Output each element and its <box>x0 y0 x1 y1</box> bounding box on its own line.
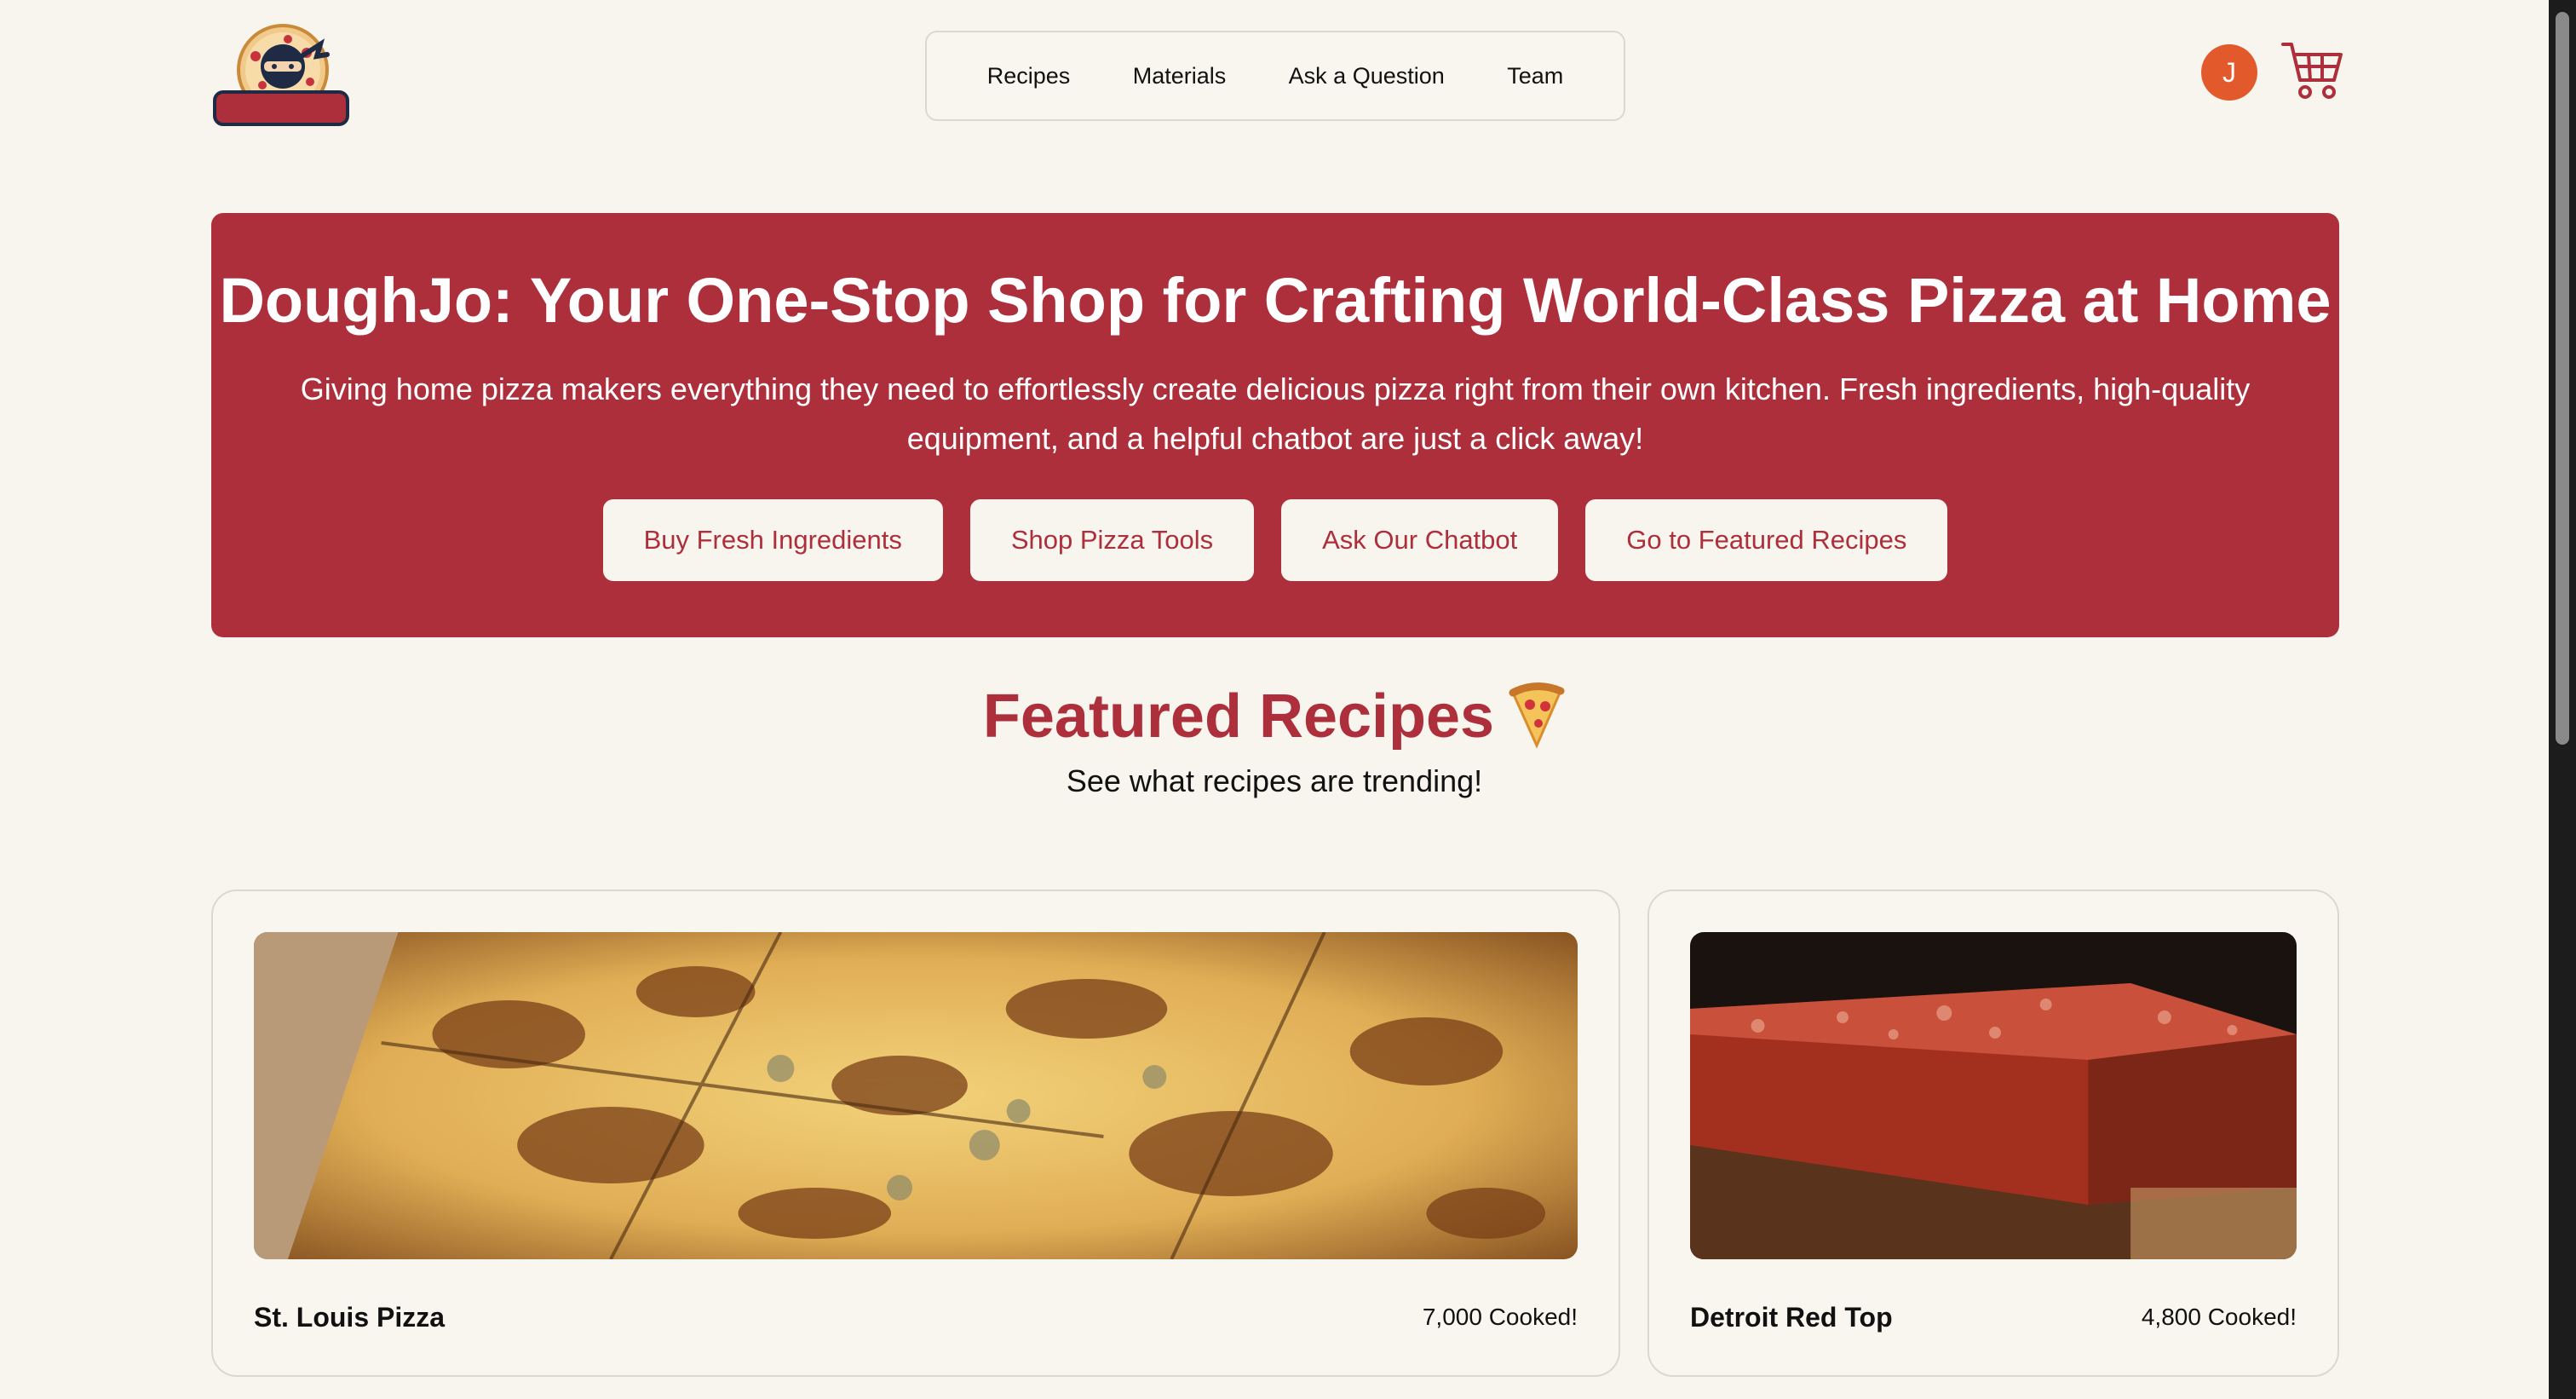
recipe-cooked-count: 7,000 Cooked! <box>1422 1304 1578 1330</box>
recipe-name: St. Louis Pizza <box>254 1302 446 1333</box>
nav-item-team[interactable]: Team <box>1507 63 1563 89</box>
recipe-image <box>254 932 1578 1259</box>
hero-buttons: Buy Fresh Ingredients Shop Pizza Tools A… <box>211 499 2339 581</box>
header: Recipes Materials Ask a Question Team J <box>0 0 2549 136</box>
user-avatar[interactable]: J <box>2201 44 2257 101</box>
nav-item-recipes[interactable]: Recipes <box>987 63 1071 89</box>
recipe-cooked-count: 4,800 Cooked! <box>2141 1304 2297 1330</box>
hero-banner: DoughJo: Your One-Stop Shop for Crafting… <box>211 213 2339 637</box>
recipe-name: Detroit Red Top <box>1690 1302 1893 1333</box>
featured-recipes-title: Featured Recipes <box>982 682 1495 751</box>
nav-item-ask-a-question[interactable]: Ask a Question <box>1289 63 1445 89</box>
shop-pizza-tools-button[interactable]: Shop Pizza Tools <box>969 499 1255 581</box>
scrollbar-thumb[interactable] <box>2556 12 2569 745</box>
buy-fresh-ingredients-button[interactable]: Buy Fresh Ingredients <box>602 499 943 581</box>
doughjo-logo[interactable] <box>211 22 351 130</box>
featured-recipes-heading: Featured Recipes <box>0 682 2549 751</box>
recipe-card[interactable]: Detroit Red Top 4,800 Cooked! <box>1647 889 2339 1377</box>
nav-item-materials[interactable]: Materials <box>1133 63 1227 89</box>
hero-subtitle: Giving home pizza makers everything they… <box>300 371 2251 456</box>
page-scrollbar[interactable] <box>2549 0 2576 1399</box>
go-to-featured-recipes-button[interactable]: Go to Featured Recipes <box>1585 499 1948 581</box>
recipe-card[interactable]: St. Louis Pizza 7,000 Cooked! <box>211 889 1620 1377</box>
cart-icon[interactable] <box>2280 39 2344 101</box>
hero-title: DoughJo: Your One-Stop Shop for Crafting… <box>219 265 2332 336</box>
ask-our-chatbot-button[interactable]: Ask Our Chatbot <box>1281 499 1559 581</box>
main-nav: Recipes Materials Ask a Question Team <box>925 31 1625 121</box>
featured-recipes-subtitle: See what recipes are trending! <box>1066 763 1483 798</box>
page: Recipes Materials Ask a Question Team J … <box>0 0 2576 1399</box>
pizza-slice-icon <box>1506 681 1566 749</box>
recipe-image <box>1690 932 2297 1259</box>
